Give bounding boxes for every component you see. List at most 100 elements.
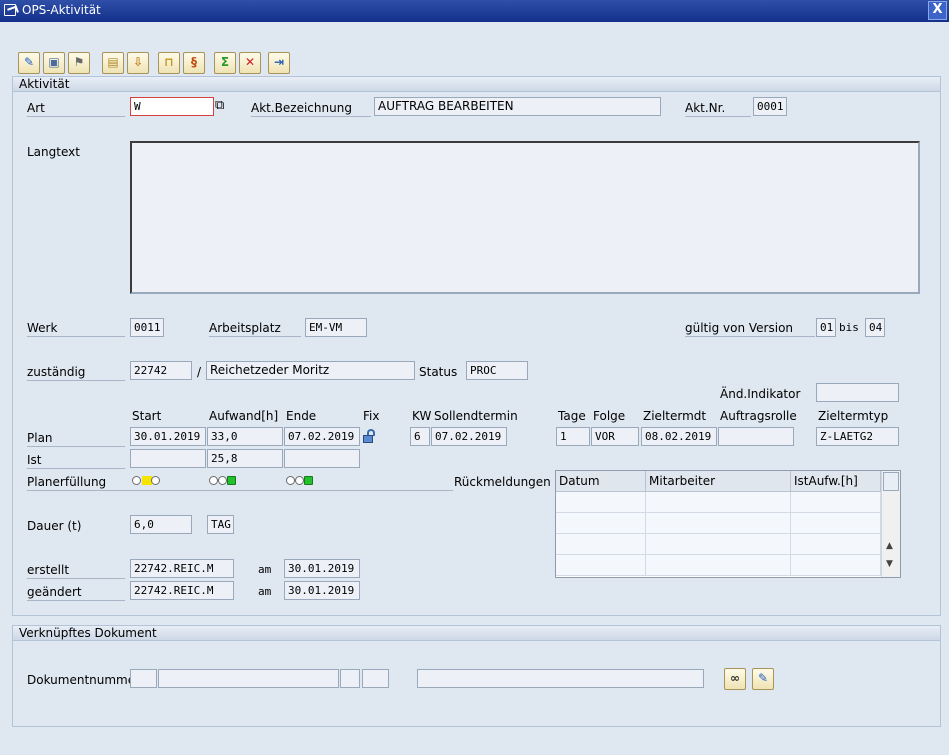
header-aufwand: Aufwand[h] <box>209 409 279 423</box>
table-cell[interactable] <box>791 492 881 513</box>
ist-ende-field[interactable] <box>284 449 360 468</box>
status-label: Status <box>419 365 458 379</box>
rueckmeldungen-table: Datum Mitarbeiter IstAufw.[h] ▲ ▼ <box>555 470 901 578</box>
plan-kw-field[interactable]: 6 <box>410 427 430 446</box>
arbeitsplatz-field[interactable]: EM-VM <box>305 318 367 337</box>
akt-nr-label: Akt.Nr. <box>685 100 751 117</box>
scroll-up-icon[interactable]: ▲ <box>886 541 893 551</box>
art-input[interactable]: W <box>130 97 214 116</box>
version-to-field[interactable]: 04 <box>865 318 885 337</box>
plan-start-field[interactable]: 30.01.2019 <box>130 427 206 446</box>
plan-zieltermtyp-field[interactable]: Z-LAETG2 <box>816 427 899 446</box>
dokument-description-field[interactable] <box>417 669 704 688</box>
table-cell[interactable] <box>646 492 791 513</box>
download-button[interactable]: ⇩ <box>127 52 149 74</box>
fix-unlock-icon[interactable] <box>363 429 377 444</box>
dauer-label: Dauer (t) <box>27 519 82 533</box>
window-title: OPS-Aktivität <box>22 3 101 17</box>
table-cell[interactable] <box>646 534 791 555</box>
dauer-field[interactable]: 6,0 <box>130 515 192 534</box>
akt-bezeichnung-field[interactable]: AUFTRAG BEARBEITEN <box>374 97 661 116</box>
scroll-button[interactable]: § <box>183 52 205 74</box>
column-header-datum[interactable]: Datum <box>556 471 646 492</box>
table-cell[interactable] <box>556 534 646 555</box>
sum-button[interactable]: Σ <box>214 52 236 74</box>
plan-ende-field[interactable]: 07.02.2019 <box>284 427 360 446</box>
dokumentnummer-field-3[interactable] <box>340 669 360 688</box>
akt-nr-field[interactable]: 0001 <box>753 97 787 116</box>
lock-button[interactable]: ⊓ <box>158 52 180 74</box>
bis-label: bis <box>839 321 859 334</box>
status-field[interactable]: PROC <box>466 361 528 380</box>
erstellt-label: erstellt <box>27 562 125 579</box>
dokumentnummer-label: Dokumentnummer <box>27 673 141 687</box>
window-close-button[interactable]: X <box>928 1 947 20</box>
edit-pencil-button[interactable]: ✎ <box>18 52 40 74</box>
arbeitsplatz-label: Arbeitsplatz <box>209 320 301 337</box>
edit-document-button[interactable]: ✎ <box>752 668 774 690</box>
table-cell[interactable] <box>791 534 881 555</box>
table-cell[interactable] <box>556 555 646 576</box>
ist-start-field[interactable] <box>130 449 206 468</box>
erstellt-am-field[interactable]: 30.01.2019 <box>284 559 360 578</box>
version-from-field[interactable]: 01 <box>816 318 836 337</box>
clipboard-button[interactable]: ▤ <box>102 52 124 74</box>
erstellt-field[interactable]: 22742.REIC.M <box>130 559 234 578</box>
geaendert-field[interactable]: 22742.REIC.M <box>130 581 234 600</box>
plan-aufwand-field[interactable]: 33,0 <box>207 427 283 446</box>
zustaendig-field[interactable]: 22742 <box>130 361 192 380</box>
ist-aufwand-field[interactable]: 25,8 <box>207 449 283 468</box>
edit-pencil-icon: ✎ <box>23 55 35 69</box>
dokument-frame-title: Verknüpftes Dokument <box>13 626 940 641</box>
table-cell[interactable] <box>556 513 646 534</box>
plan-tage-field[interactable]: 1 <box>556 427 590 446</box>
table-cell[interactable] <box>791 513 881 534</box>
traffic-light-start <box>132 476 162 487</box>
plan-folge-field[interactable]: VOR <box>591 427 639 446</box>
zustaendig-name-field[interactable]: Reichetzeder Moritz <box>206 361 415 380</box>
lock-icon: ⊓ <box>164 55 174 69</box>
planerfuellung-divider <box>27 490 453 491</box>
dokumentnummer-field-2[interactable] <box>158 669 339 688</box>
table-cell[interactable] <box>646 513 791 534</box>
dauer-unit-field[interactable]: TAG <box>207 515 234 534</box>
delete-button[interactable]: ✕ <box>239 52 261 74</box>
light-green-icon <box>304 476 313 485</box>
rueckmeldungen-label: Rückmeldungen <box>454 475 551 489</box>
light-off-icon <box>286 476 295 485</box>
gueltig-von-version-label: gültig von Version <box>685 320 815 337</box>
plan-sollendtermin-field[interactable]: 07.02.2019 <box>431 427 507 446</box>
light-green-icon <box>227 476 236 485</box>
header-tage: Tage <box>558 409 586 423</box>
aktivitaet-frame-title: Aktivität <box>13 77 940 92</box>
copy-icon[interactable]: ⧉ <box>215 98 224 114</box>
art-label: Art <box>27 100 125 117</box>
display-document-button[interactable]: ∞ <box>724 668 746 690</box>
geaendert-am-field[interactable]: 30.01.2019 <box>284 581 360 600</box>
table-cell[interactable] <box>646 555 791 576</box>
flag-button[interactable]: ⚑ <box>68 52 90 74</box>
table-cell[interactable] <box>791 555 881 576</box>
geaendert-am-label: am <box>258 585 272 598</box>
werk-field[interactable]: 0011 <box>130 318 164 337</box>
langtext-textarea[interactable] <box>130 141 920 294</box>
scroll-down-icon[interactable]: ▼ <box>886 559 893 569</box>
save-button[interactable]: ▣ <box>43 52 65 74</box>
aend-indikator-label: Änd.Indikator <box>720 387 801 401</box>
plan-auftragsrolle-field[interactable] <box>718 427 794 446</box>
light-off-icon <box>295 476 304 485</box>
zustaendig-separator: / <box>197 365 202 379</box>
table-scrollbar[interactable]: ▲ ▼ <box>881 471 900 577</box>
export-button[interactable]: ⇥ <box>268 52 290 74</box>
table-cell[interactable] <box>556 492 646 513</box>
save-icon: ▣ <box>48 55 60 69</box>
scrollbar-top-box[interactable] <box>883 472 899 491</box>
column-header-mitarbeiter[interactable]: Mitarbeiter <box>646 471 791 492</box>
plan-zieltermdt-field[interactable]: 08.02.2019 <box>641 427 717 446</box>
header-fix: Fix <box>363 409 380 423</box>
ist-label: Ist <box>27 452 125 469</box>
dokumentnummer-field-1[interactable] <box>130 669 157 688</box>
column-header-istaufw[interactable]: IstAufw.[h] <box>791 471 881 492</box>
aend-indikator-field[interactable] <box>816 383 899 402</box>
dokumentnummer-field-4[interactable] <box>362 669 389 688</box>
